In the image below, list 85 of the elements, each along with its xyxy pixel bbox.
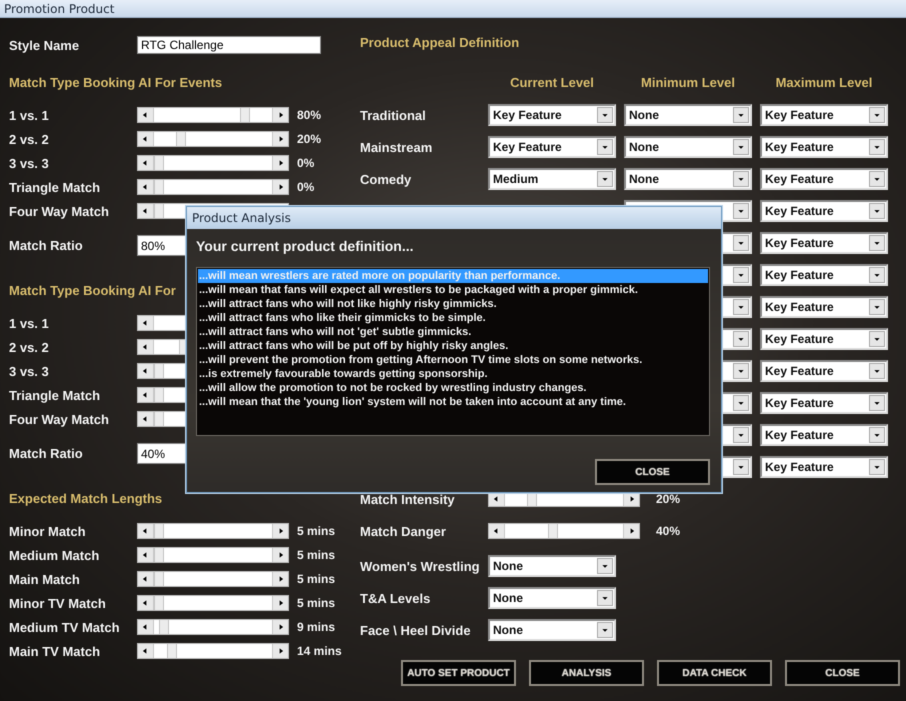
section-heading: Match Type Booking AI For Events	[9, 75, 222, 91]
column-heading: Maximum Level	[774, 75, 874, 91]
slider-value: 5 mins	[297, 548, 336, 562]
dialog-title: Product Analysis	[192, 211, 291, 225]
setting-label: T&A Levels	[360, 590, 432, 606]
field-label: Match Ratio	[9, 238, 84, 253]
dropdown[interactable]: Key Feature	[760, 424, 888, 446]
section-heading: Match Type Booking AI For	[9, 283, 176, 299]
dropdown[interactable]: Key Feature	[760, 264, 888, 286]
setting-label: Face \ Heel Divide	[360, 622, 472, 638]
slider-value: 14 mins	[297, 644, 342, 658]
action-button[interactable]: ANALYSIS	[529, 660, 644, 686]
slider-label: Minor TV Match	[9, 596, 107, 610]
field-label: Style Name	[9, 38, 80, 52]
slider-label: Triangle Match	[9, 388, 102, 402]
dropdown[interactable]: Key Feature	[760, 136, 888, 158]
slider-label: 3 vs. 3	[9, 156, 50, 170]
list-item[interactable]: ...will mean that the 'young lion' system will not be taken into account at any time.	[198, 395, 708, 409]
dropdown[interactable]: None	[624, 136, 752, 158]
dropdown[interactable]: Key Feature	[760, 168, 888, 190]
slider-value: 5 mins	[297, 524, 336, 538]
dropdown[interactable]: Key Feature	[760, 360, 888, 382]
slider-label: Minor Match	[9, 524, 87, 538]
slider-label: Four Way Match	[9, 204, 110, 218]
dropdown[interactable]: Key Feature	[760, 232, 888, 254]
section-heading: Expected Match Lengths	[9, 491, 162, 507]
style-name-field[interactable]: RTG Challenge	[137, 36, 321, 54]
dropdown[interactable]: Key Feature	[760, 456, 888, 478]
column-heading: Minimum Level	[640, 75, 736, 91]
slider-label: Match Intensity	[360, 492, 456, 506]
slider-label: 1 vs. 1	[9, 108, 50, 122]
slider-value: 0%	[297, 180, 314, 194]
setting-label: Women's Wrestling	[360, 558, 480, 574]
window-title: Promotion Product	[4, 2, 114, 16]
dropdown[interactable]: Key Feature	[760, 200, 888, 222]
slider-value: 5 mins	[297, 596, 336, 610]
action-button[interactable]: CLOSE	[785, 660, 900, 686]
dropdown[interactable]: Key Feature	[760, 392, 888, 414]
column-heading: Current Level	[509, 75, 595, 91]
dropdown[interactable]: None	[488, 555, 616, 577]
slider-label: 2 vs. 2	[9, 132, 50, 146]
dropdown[interactable]: None	[488, 587, 616, 609]
list-item[interactable]: ...will prevent the promotion from getting Afternoon TV time slots on some networks.	[198, 353, 708, 367]
dropdown[interactable]: None	[624, 168, 752, 190]
slider-label: 1 vs. 1	[9, 316, 50, 330]
slider-label: Four Way Match	[9, 412, 110, 426]
dialog-heading: Your current product definition...	[196, 238, 415, 254]
dropdown[interactable]: Key Feature	[488, 136, 616, 158]
slider-label: Medium TV Match	[9, 620, 121, 634]
list-item[interactable]: ...will attract fans who like their gimmicks to be simple.	[198, 311, 708, 325]
slider-label: Medium Match	[9, 548, 100, 562]
section-heading: Product Appeal Definition	[360, 35, 520, 51]
slider-label: Main TV Match	[9, 644, 102, 658]
dropdown[interactable]: Key Feature	[488, 104, 616, 126]
list-item[interactable]: ...will mean that fans will expect all wrestlers to be packaged with a proper gimmick.	[198, 283, 708, 297]
slider-label: Triangle Match	[9, 180, 102, 194]
slider-value: 20%	[656, 492, 680, 506]
dropdown[interactable]: Key Feature	[760, 104, 888, 126]
slider-value: 40%	[656, 524, 680, 538]
list-item[interactable]: ...is extremely favourable towards getting sponsorship.	[198, 367, 708, 381]
dropdown[interactable]: None	[488, 619, 616, 641]
dropdown[interactable]: None	[624, 104, 752, 126]
slider-label: 3 vs. 3	[9, 364, 50, 378]
slider-value: 0%	[297, 156, 314, 170]
appeal-label: Mainstream	[360, 140, 434, 154]
list-item[interactable]: ...will allow the promotion to not be rocked by wrestling industry changes.	[198, 381, 708, 395]
field-label: Match Ratio	[9, 446, 84, 461]
close-button[interactable]: CLOSE	[595, 459, 710, 485]
action-button[interactable]: DATA CHECK	[657, 660, 772, 686]
appeal-label: Traditional	[360, 108, 427, 122]
list-item[interactable]: ...will attract fans who will be put off by highly risky angles.	[198, 339, 708, 353]
list-item[interactable]: ...will attract fans who will not 'get' subtle gimmicks.	[198, 325, 708, 339]
slider-value: 80%	[297, 108, 322, 122]
appeal-label: Comedy	[360, 172, 412, 186]
action-button[interactable]: AUTO SET PRODUCT	[401, 660, 516, 686]
slider-value: 20%	[297, 132, 322, 146]
list-item[interactable]: ...will attract fans who will not like highly risky gimmicks.	[198, 297, 708, 311]
dropdown[interactable]: Medium	[488, 168, 616, 190]
slider-label: 2 vs. 2	[9, 340, 50, 354]
slider-value: 5 mins	[297, 572, 336, 586]
slider-label: Main Match	[9, 572, 81, 586]
slider-label: Match Danger	[360, 524, 447, 538]
dropdown[interactable]: Key Feature	[760, 296, 888, 318]
slider-value: 9 mins	[297, 620, 336, 634]
dropdown[interactable]: Key Feature	[760, 328, 888, 350]
